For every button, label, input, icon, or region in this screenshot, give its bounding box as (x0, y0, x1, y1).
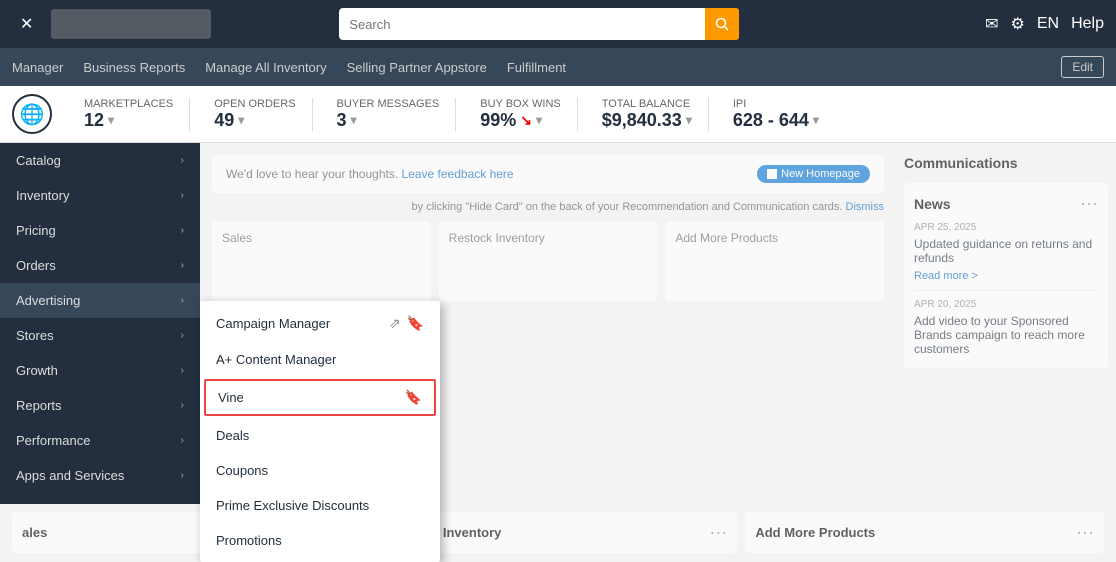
cards-row: Sales Restock Inventory Add More Product… (212, 221, 884, 301)
bottom-card-add-label: Add More Products (755, 525, 875, 540)
nav-link-manager[interactable]: Manager (12, 60, 63, 75)
external-link-icon: ⇗ (389, 315, 401, 332)
bookmark-icon[interactable]: 🔖 (407, 315, 424, 332)
edit-button[interactable]: Edit (1061, 56, 1104, 78)
flyout-item-coupons[interactable]: Coupons (200, 453, 440, 488)
sidebar-arrow-growth: › (181, 365, 184, 376)
sidebar-item-pricing[interactable]: Pricing › (0, 213, 200, 248)
flyout-item-vine[interactable]: Vine 🔖 (204, 379, 436, 416)
flyout-menu: Campaign Manager ⇗ 🔖 A+ Content Manager … (200, 301, 440, 562)
marketplaces-arrow[interactable]: ▾ (108, 113, 114, 127)
orders-arrow[interactable]: ▾ (238, 113, 244, 127)
sidebar-arrow-pricing: › (181, 225, 184, 236)
feedback-link[interactable]: Leave feedback here (402, 167, 514, 181)
sidebar-item-apps-services[interactable]: Apps and Services › (0, 458, 200, 493)
flyout-item-aplus[interactable]: A+ Content Manager (200, 342, 440, 377)
language-selector[interactable]: EN (1037, 15, 1059, 33)
search-icon (715, 17, 729, 31)
stat-open-orders: OPEN ORDERS 49 ▾ (198, 98, 312, 131)
news-card: News ··· APR 25, 2025 Updated guidance o… (904, 183, 1108, 368)
sidebar-arrow-orders: › (181, 260, 184, 271)
nav-link-appstore[interactable]: Selling Partner Appstore (347, 60, 487, 75)
sidebar-arrow-inventory: › (181, 190, 184, 201)
feedback-bar: We'd love to hear your thoughts. Leave f… (212, 155, 884, 193)
news-link-1[interactable]: Read more > (914, 270, 978, 282)
card-restock: Restock Inventory (439, 221, 658, 301)
flyout-item-prime-discounts[interactable]: Prime Exclusive Discounts (200, 488, 440, 523)
bottom-cards: ales ··· Restock Inventory ··· Add More … (0, 504, 1116, 561)
settings-icon[interactable]: ⚙ (1010, 14, 1024, 34)
bottom-card-add-menu[interactable]: ··· (1076, 522, 1094, 543)
nav-link-business-reports[interactable]: Business Reports (83, 60, 185, 75)
bottom-card-restock-menu[interactable]: ··· (709, 522, 727, 543)
sidebar-item-inventory[interactable]: Inventory › (0, 178, 200, 213)
close-button[interactable]: ✕ (12, 10, 41, 38)
news-date-2: APR 20, 2025 (914, 299, 1098, 310)
nav-link-manage-inventory[interactable]: Manage All Inventory (205, 60, 326, 75)
news-header: News ··· (914, 193, 1098, 214)
news-date-1: APR 25, 2025 (914, 222, 1098, 233)
flyout-item-promotions[interactable]: Promotions (200, 523, 440, 558)
stat-buybox: BUY BOX WINS 99% ↘ ▾ (464, 98, 577, 131)
sidebar-arrow-reports: › (181, 400, 184, 411)
toggle-circle: ● (767, 169, 777, 179)
communications-header: Communications (904, 151, 1108, 175)
news-separator (914, 290, 1098, 291)
flyout-item-campaign-manager[interactable]: Campaign Manager ⇗ 🔖 (200, 305, 440, 342)
sidebar-arrow-catalog: › (181, 155, 184, 166)
dismiss-message: by clicking "Hide Card" on the back of y… (212, 201, 884, 213)
sidebar-item-b2b[interactable]: B2B › (0, 493, 200, 504)
buybox-arrow[interactable]: ▾ (536, 113, 542, 127)
nav-right-icons: ✉ ⚙ EN Help (985, 14, 1104, 34)
stat-buyer-messages: BUYER MESSAGES 3 ▾ (321, 98, 457, 131)
sidebar-item-reports[interactable]: Reports › (0, 388, 200, 423)
secondary-navigation: Manager Business Reports Manage All Inve… (0, 48, 1116, 86)
bottom-card-add-products: Add More Products ··· (745, 512, 1104, 553)
search-bar (339, 8, 739, 40)
flyout-item-deals[interactable]: Deals (200, 418, 440, 453)
sidebar-arrow-stores: › (181, 330, 184, 341)
news-title: News (914, 196, 951, 212)
news-text-2: Add video to your Sponsored Brands campa… (914, 314, 1098, 356)
ipi-arrow[interactable]: ▾ (813, 113, 819, 127)
stat-marketplaces: MARKETPLACES 12 ▾ (68, 98, 190, 131)
stat-ipi: IPI 628 - 644 ▾ (717, 98, 835, 131)
new-homepage-toggle[interactable]: ● New Homepage (757, 165, 870, 183)
sidebar-arrow-advertising: › (181, 295, 184, 306)
sidebar-item-advertising[interactable]: Advertising › (0, 283, 200, 318)
stats-bar: 🌐 MARKETPLACES 12 ▾ OPEN ORDERS 49 ▾ BUY… (0, 86, 1116, 143)
card-sales: Sales (212, 221, 431, 301)
sidebar-item-growth[interactable]: Growth › (0, 353, 200, 388)
right-panel: Communications News ··· APR 25, 2025 Upd… (896, 143, 1116, 504)
logo-area (51, 9, 211, 39)
search-button[interactable] (705, 8, 739, 40)
news-menu-button[interactable]: ··· (1080, 193, 1098, 214)
nav-link-fulfillment[interactable]: Fulfillment (507, 60, 566, 75)
sidebar-item-stores[interactable]: Stores › (0, 318, 200, 353)
sidebar-item-performance[interactable]: Performance › (0, 423, 200, 458)
help-link[interactable]: Help (1071, 15, 1104, 33)
search-input[interactable] (349, 17, 705, 32)
news-text-1: Updated guidance on returns and refunds (914, 237, 1098, 265)
sidebar-item-orders[interactable]: Orders › (0, 248, 200, 283)
vine-bookmark-icon[interactable]: 🔖 (405, 389, 422, 406)
sidebar-item-catalog[interactable]: Catalog › (0, 143, 200, 178)
stat-balance: TOTAL BALANCE $9,840.33 ▾ (586, 98, 709, 131)
card-add-products: Add More Products (665, 221, 884, 301)
sidebar-arrow-performance: › (181, 435, 184, 446)
trend-down-icon: ↘ (520, 112, 532, 129)
balance-arrow[interactable]: ▾ (686, 113, 692, 127)
sidebar-arrow-apps: › (181, 470, 184, 481)
globe-icon: 🌐 (12, 94, 52, 134)
top-navigation: ✕ ✉ ⚙ EN Help (0, 0, 1116, 48)
messages-arrow[interactable]: ▾ (351, 113, 357, 127)
mail-icon[interactable]: ✉ (985, 14, 998, 34)
sidebar: Catalog › Inventory › Pricing › Orders ›… (0, 143, 200, 504)
main-area: Catalog › Inventory › Pricing › Orders ›… (0, 143, 1116, 504)
bottom-card-sales-label: ales (22, 525, 47, 540)
dismiss-link[interactable]: Dismiss (846, 201, 885, 213)
